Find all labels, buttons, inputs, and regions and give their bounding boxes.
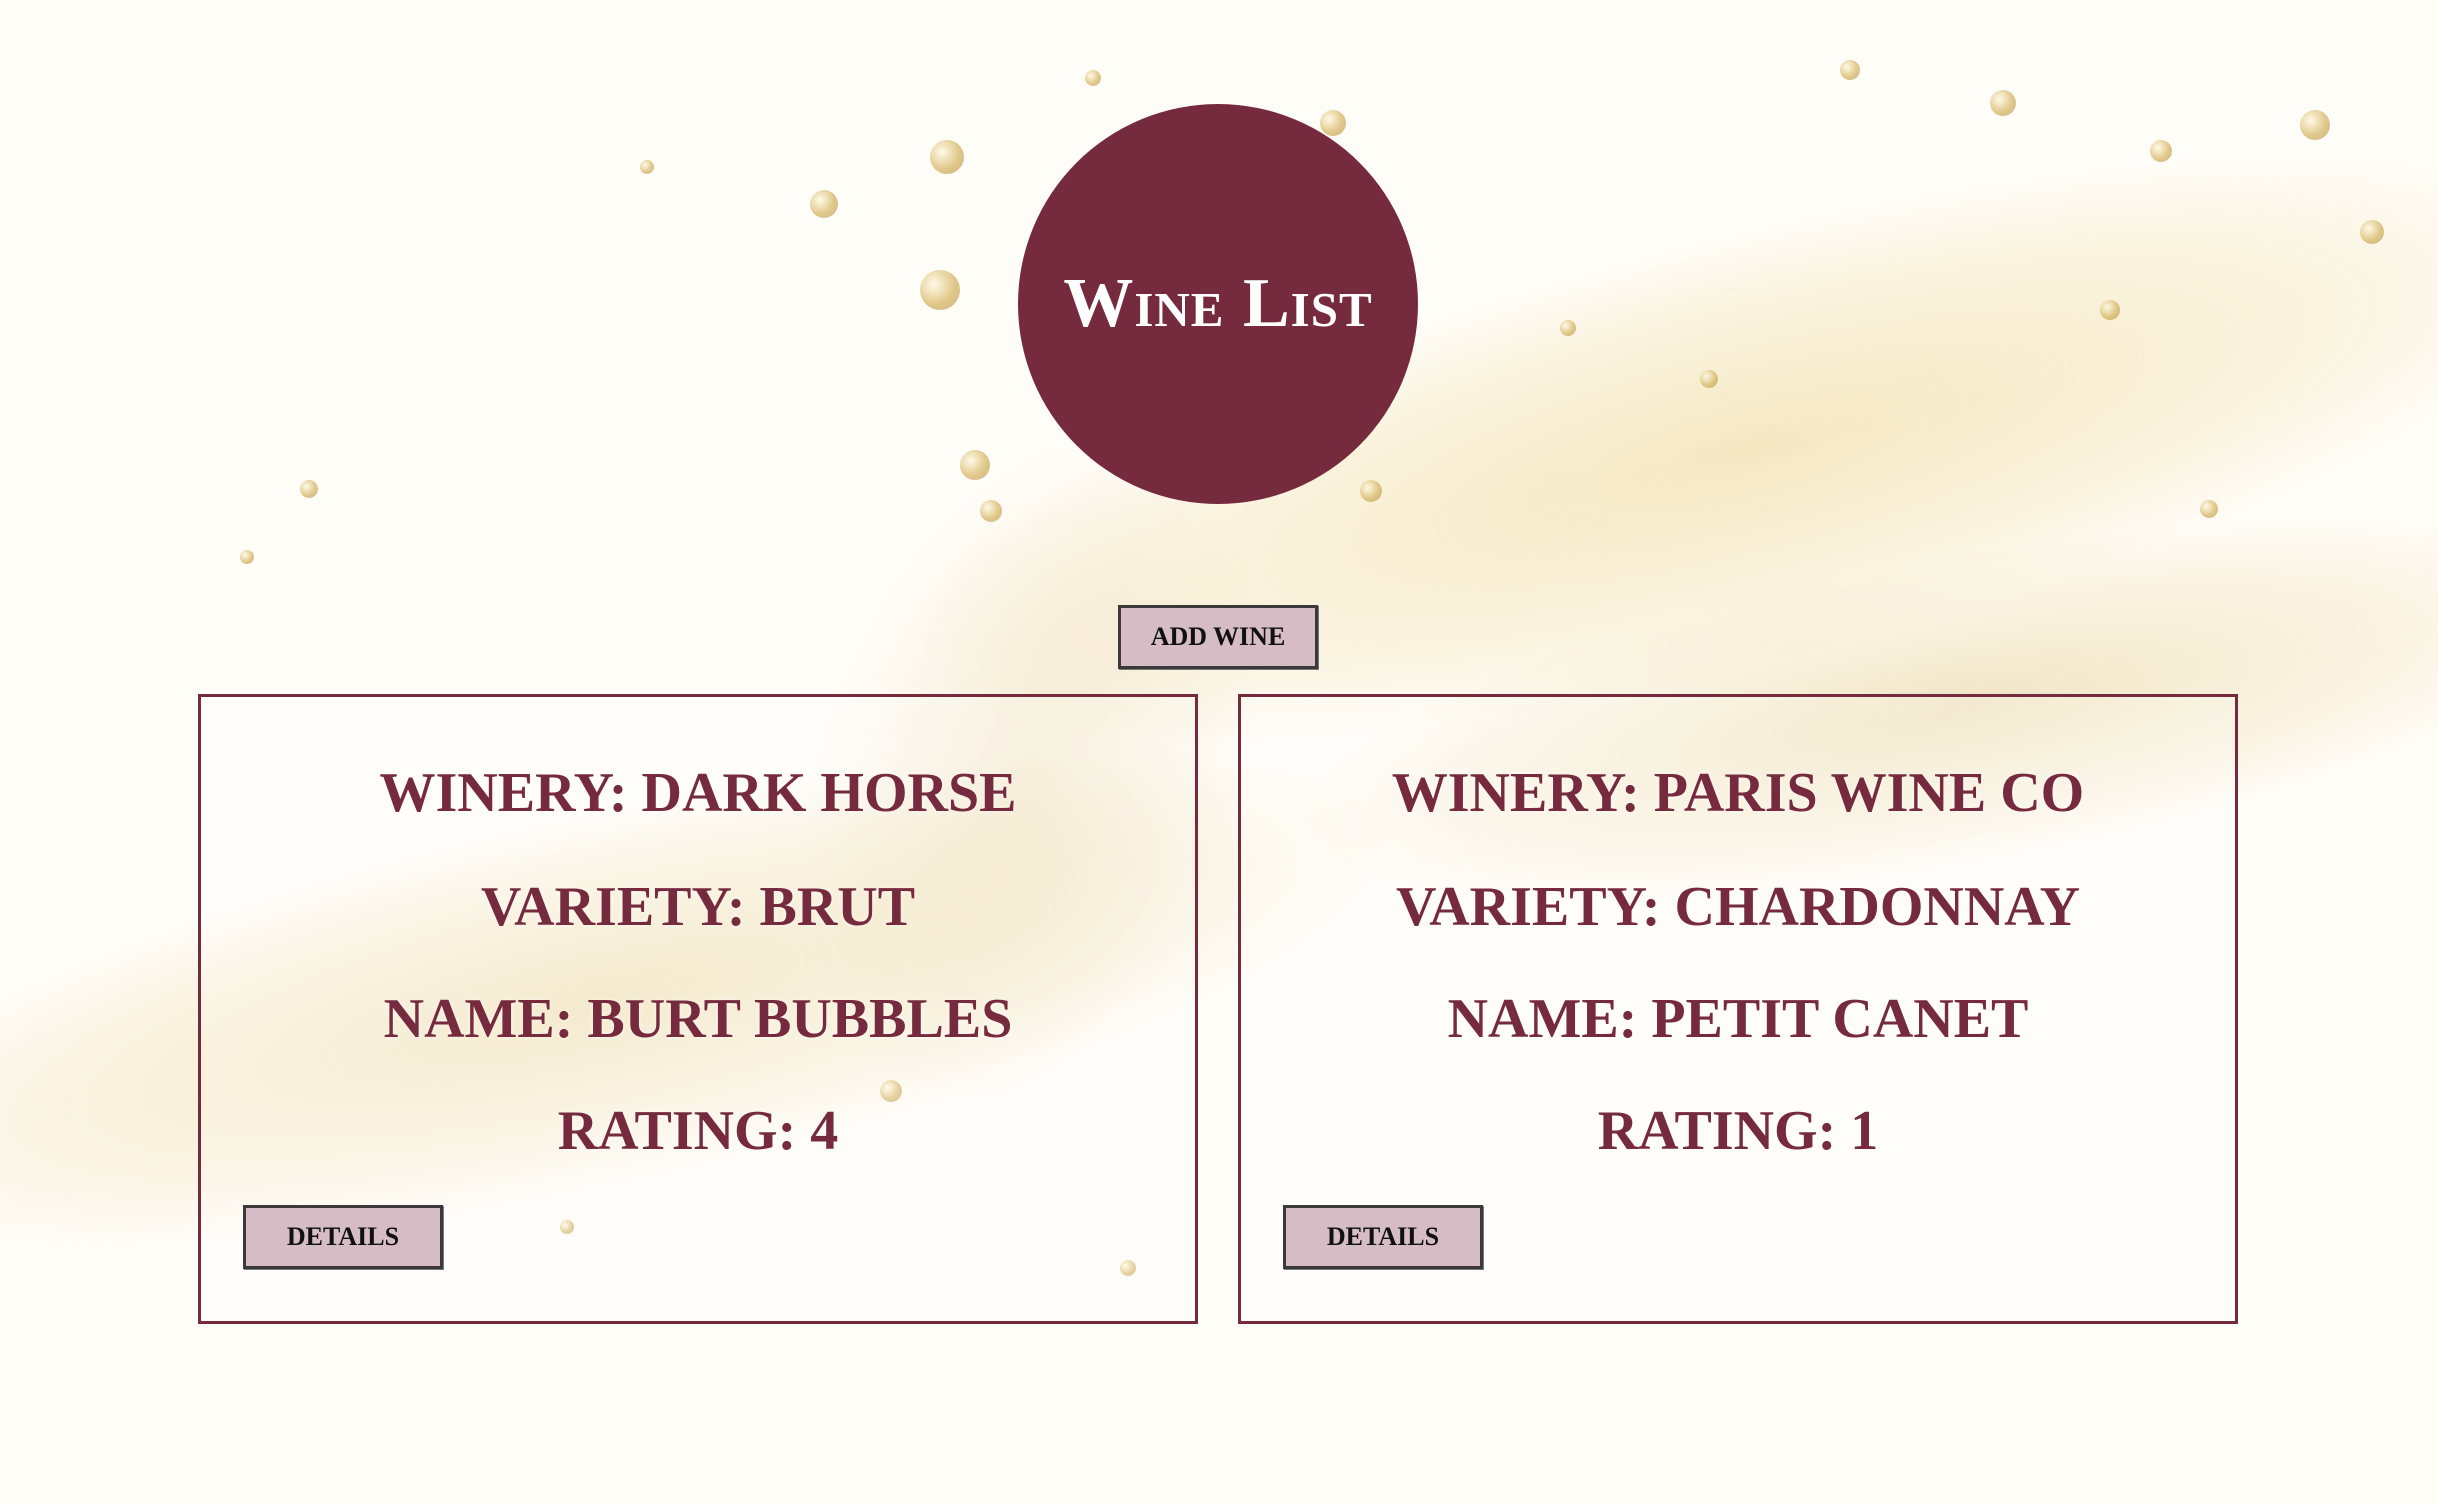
add-wine-button[interactable]: Add Wine — [1118, 605, 1318, 669]
wine-card: Winery: Paris Wine Co Variety: Chardonna… — [1238, 694, 2238, 1324]
title-badge: Wine List — [1018, 104, 1418, 504]
wine-variety: Variety: Brut — [480, 876, 916, 938]
wine-winery: Winery: Paris Wine Co — [1391, 762, 2085, 824]
wine-name: Name: Burt Bubbles — [383, 988, 1013, 1050]
details-button[interactable]: Details — [243, 1205, 443, 1269]
page-content: Wine List Add Wine Winery: Dark Horse Va… — [0, 0, 2438, 1504]
page-title: Wine List — [1063, 265, 1373, 342]
wine-rating: Rating: 1 — [1597, 1100, 1879, 1162]
wine-name: Name: Petit Canet — [1447, 988, 2029, 1050]
wine-variety: Variety: Chardonnay — [1395, 876, 2081, 938]
wine-winery: Winery: Dark Horse — [379, 762, 1017, 824]
details-button[interactable]: Details — [1283, 1205, 1483, 1269]
wine-rating: Rating: 4 — [557, 1100, 839, 1162]
wine-card: Winery: Dark Horse Variety: Brut Name: B… — [198, 694, 1198, 1324]
